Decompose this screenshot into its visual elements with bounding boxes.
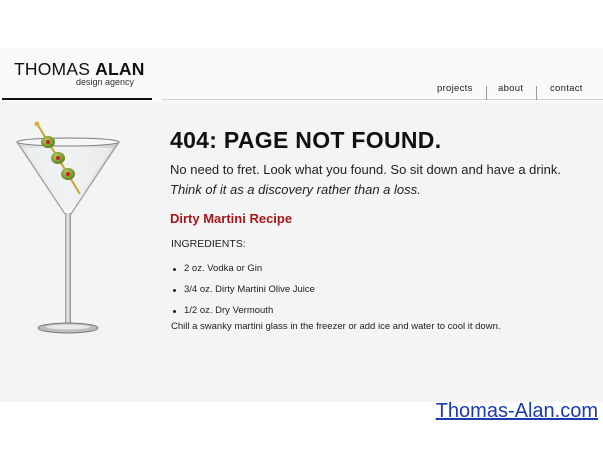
lead-paragraph: No need to fret. Look what you found. So… <box>170 160 561 200</box>
ingredient-text: 2 oz. Vodka or Gin <box>184 263 263 274</box>
list-item: 3/4 oz. Dirty Martini Olive Juice <box>172 284 315 305</box>
bullet <box>173 310 176 313</box>
lead-text: No need to fret. Look what you found. So… <box>170 162 561 177</box>
list-item: 2 oz. Vodka or Gin <box>172 263 315 284</box>
ingredients-list: 2 oz. Vodka or Gin 3/4 oz. Dirty Martini… <box>172 263 315 326</box>
site-logo[interactable]: THOMAS ALAN design agency <box>14 60 145 87</box>
ingredients-heading: INGREDIENTS: <box>171 238 246 250</box>
logo-last-name: ALAN <box>95 59 145 79</box>
martini-glass-illustration <box>16 121 120 334</box>
ingredient-text: 1/2 oz. Dry Vermouth <box>184 305 274 316</box>
logo-underline <box>2 98 152 100</box>
instructions-text: Chill a swanky martini glass in the free… <box>171 321 501 332</box>
logo-tagline: design agency <box>76 77 135 87</box>
nav-link-contact[interactable]: contact <box>550 83 583 94</box>
nav-link-projects[interactable]: projects <box>437 83 473 94</box>
logo-first-name: THOMAS <box>14 59 91 79</box>
logo-wordmark: THOMAS ALAN <box>14 60 145 78</box>
recipe-title: Dirty Martini Recipe <box>170 211 293 226</box>
nav-link-about[interactable]: about <box>498 83 523 94</box>
ingredient-text: 3/4 oz. Dirty Martini Olive Juice <box>184 284 315 295</box>
bullet <box>173 289 176 292</box>
nav-separator <box>486 86 487 100</box>
bullet <box>173 268 176 271</box>
page-title: 404: PAGE NOT FOUND. <box>170 127 442 153</box>
site-url-link[interactable]: Thomas-Alan.com <box>436 400 598 423</box>
nav-separator <box>536 86 537 100</box>
lead-italic-text: Think of it as a discovery rather than a… <box>170 182 421 197</box>
